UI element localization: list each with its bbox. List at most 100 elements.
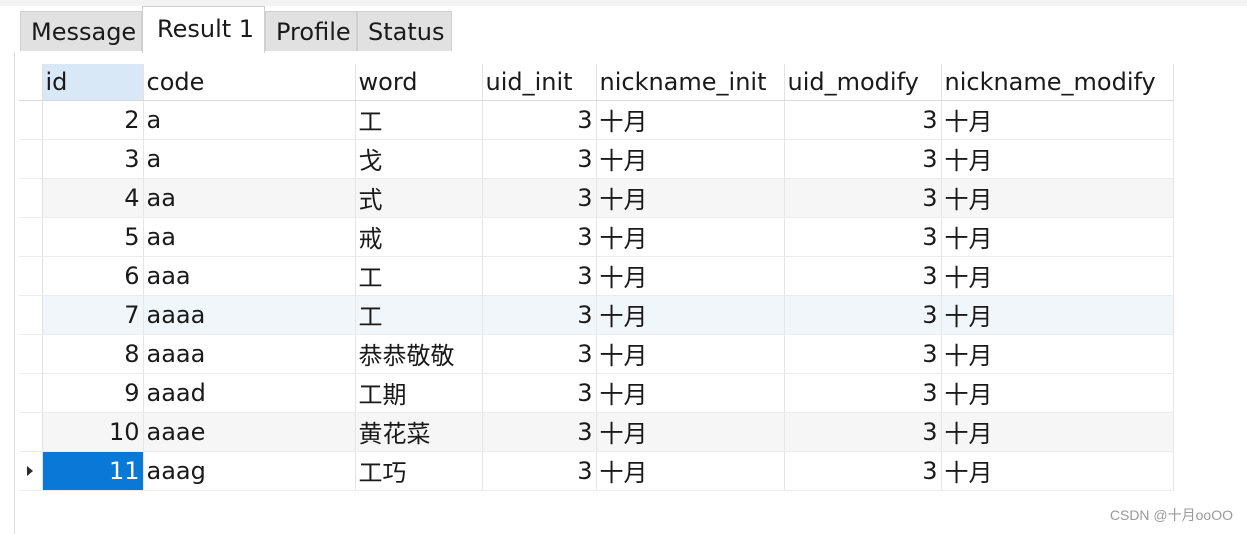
cell-uid-modify[interactable]: 3 <box>784 295 942 335</box>
cell-uid-modify[interactable]: 3 <box>784 139 942 179</box>
cell-word[interactable]: 工期 <box>355 373 483 413</box>
cell-id[interactable]: 3 <box>42 139 144 179</box>
table-row[interactable]: 2 a 工 3 十月 3 十月 <box>19 100 1174 140</box>
cell-uid-init[interactable]: 3 <box>482 451 597 491</box>
cell-uid-modify[interactable]: 3 <box>784 412 942 452</box>
cell-nickname-modify[interactable]: 十月 <box>941 412 1174 452</box>
cell-uid-init[interactable]: 3 <box>482 256 597 296</box>
column-header-uid-init[interactable]: uid_init <box>482 64 597 101</box>
cell-code[interactable]: a <box>143 100 356 140</box>
cell-code[interactable]: a <box>143 139 356 179</box>
cell-word[interactable]: 戈 <box>355 139 483 179</box>
column-header-id[interactable]: id <box>42 64 144 101</box>
table-row[interactable]: 10 aaae 黄花菜 3 十月 3 十月 <box>19 412 1174 452</box>
cell-uid-modify[interactable]: 3 <box>784 373 942 413</box>
cell-word[interactable]: 式 <box>355 178 483 218</box>
tab-profile[interactable]: Profile <box>265 11 357 51</box>
result-grid[interactable]: id code word uid_init nickname_init uid_… <box>19 64 1174 491</box>
cell-word[interactable]: 戒 <box>355 217 483 257</box>
cell-uid-init[interactable]: 3 <box>482 295 597 335</box>
cell-code[interactable]: aa <box>143 178 356 218</box>
column-header-word[interactable]: word <box>355 64 483 101</box>
cell-id[interactable]: 10 <box>42 412 144 452</box>
cell-id[interactable]: 4 <box>42 178 144 218</box>
table-row[interactable]: 11 aaag 工巧 3 十月 3 十月 <box>19 451 1174 491</box>
row-indicator[interactable] <box>19 217 43 257</box>
cell-nickname-modify[interactable]: 十月 <box>941 295 1174 335</box>
cell-uid-init[interactable]: 3 <box>482 334 597 374</box>
cell-nickname-modify[interactable]: 十月 <box>941 451 1174 491</box>
cell-uid-modify[interactable]: 3 <box>784 178 942 218</box>
cell-nickname-modify[interactable]: 十月 <box>941 100 1174 140</box>
cell-nickname-modify[interactable]: 十月 <box>941 334 1174 374</box>
table-row[interactable]: 8 aaaa 恭恭敬敬 3 十月 3 十月 <box>19 334 1174 374</box>
cell-id[interactable]: 7 <box>42 295 144 335</box>
cell-id[interactable]: 8 <box>42 334 144 374</box>
tab-result-1[interactable]: Result 1 <box>142 6 265 53</box>
cell-nickname-modify[interactable]: 十月 <box>941 256 1174 296</box>
cell-id[interactable]: 11 <box>42 451 144 491</box>
cell-uid-init[interactable]: 3 <box>482 373 597 413</box>
cell-code[interactable]: aaaa <box>143 334 356 374</box>
cell-uid-init[interactable]: 3 <box>482 178 597 218</box>
cell-nickname-init[interactable]: 十月 <box>596 139 785 179</box>
row-indicator[interactable] <box>19 451 43 491</box>
column-header-uid-modify[interactable]: uid_modify <box>784 64 942 101</box>
cell-nickname-init[interactable]: 十月 <box>596 100 785 140</box>
cell-nickname-init[interactable]: 十月 <box>596 451 785 491</box>
cell-id[interactable]: 9 <box>42 373 144 413</box>
cell-uid-modify[interactable]: 3 <box>784 100 942 140</box>
cell-id[interactable]: 6 <box>42 256 144 296</box>
table-row[interactable]: 3 a 戈 3 十月 3 十月 <box>19 139 1174 179</box>
cell-uid-modify[interactable]: 3 <box>784 217 942 257</box>
cell-nickname-init[interactable]: 十月 <box>596 178 785 218</box>
cell-uid-modify[interactable]: 3 <box>784 256 942 296</box>
row-indicator[interactable] <box>19 139 43 179</box>
table-row[interactable]: 6 aaa 工 3 十月 3 十月 <box>19 256 1174 296</box>
row-indicator[interactable] <box>19 178 43 218</box>
cell-uid-modify[interactable]: 3 <box>784 451 942 491</box>
cell-code[interactable]: aaa <box>143 256 356 296</box>
row-indicator[interactable] <box>19 334 43 374</box>
cell-nickname-modify[interactable]: 十月 <box>941 373 1174 413</box>
table-row[interactable]: 5 aa 戒 3 十月 3 十月 <box>19 217 1174 257</box>
cell-word[interactable]: 恭恭敬敬 <box>355 334 483 374</box>
cell-uid-init[interactable]: 3 <box>482 217 597 257</box>
cell-nickname-init[interactable]: 十月 <box>596 412 785 452</box>
cell-nickname-init[interactable]: 十月 <box>596 295 785 335</box>
cell-uid-modify[interactable]: 3 <box>784 334 942 374</box>
table-row[interactable]: 7 aaaa 工 3 十月 3 十月 <box>19 295 1174 335</box>
column-header-nickname-init[interactable]: nickname_init <box>596 64 785 101</box>
cell-nickname-init[interactable]: 十月 <box>596 334 785 374</box>
cell-word[interactable]: 工 <box>355 256 483 296</box>
row-indicator[interactable] <box>19 100 43 140</box>
cell-uid-init[interactable]: 3 <box>482 139 597 179</box>
cell-id[interactable]: 5 <box>42 217 144 257</box>
tab-message[interactable]: Message <box>20 11 142 51</box>
cell-uid-init[interactable]: 3 <box>482 412 597 452</box>
cell-nickname-modify[interactable]: 十月 <box>941 139 1174 179</box>
table-row[interactable]: 4 aa 式 3 十月 3 十月 <box>19 178 1174 218</box>
cell-word[interactable]: 黄花菜 <box>355 412 483 452</box>
cell-word[interactable]: 工 <box>355 100 483 140</box>
cell-word[interactable]: 工巧 <box>355 451 483 491</box>
cell-code[interactable]: aa <box>143 217 356 257</box>
cell-nickname-init[interactable]: 十月 <box>596 217 785 257</box>
row-indicator[interactable] <box>19 373 43 413</box>
cell-id[interactable]: 2 <box>42 100 144 140</box>
cell-code[interactable]: aaad <box>143 373 356 413</box>
row-indicator[interactable] <box>19 256 43 296</box>
row-indicator[interactable] <box>19 412 43 452</box>
tab-status[interactable]: Status <box>357 11 452 51</box>
table-row[interactable]: 9 aaad 工期 3 十月 3 十月 <box>19 373 1174 413</box>
row-indicator[interactable] <box>19 295 43 335</box>
cell-uid-init[interactable]: 3 <box>482 100 597 140</box>
column-header-code[interactable]: code <box>143 64 356 101</box>
cell-code[interactable]: aaag <box>143 451 356 491</box>
cell-nickname-modify[interactable]: 十月 <box>941 217 1174 257</box>
column-header-nickname-modify[interactable]: nickname_modify <box>941 64 1174 101</box>
cell-code[interactable]: aaaa <box>143 295 356 335</box>
cell-nickname-init[interactable]: 十月 <box>596 373 785 413</box>
cell-nickname-modify[interactable]: 十月 <box>941 178 1174 218</box>
cell-nickname-init[interactable]: 十月 <box>596 256 785 296</box>
